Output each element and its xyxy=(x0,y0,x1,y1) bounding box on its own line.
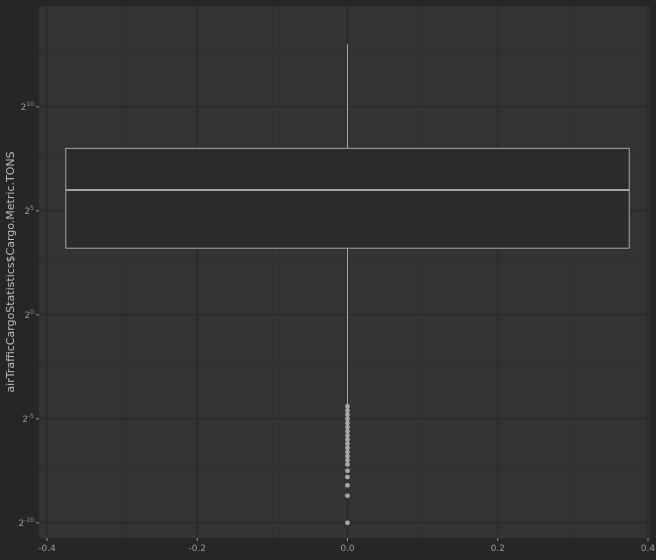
outlier-point xyxy=(345,420,350,426)
outlier-point xyxy=(345,424,350,430)
outlier-point xyxy=(345,408,350,413)
y-axis-title: airTrafficCargoStatistics$Cargo.Metric.T… xyxy=(4,151,17,392)
outlier-point xyxy=(345,428,350,434)
outlier-point xyxy=(345,416,350,422)
boxplot-chart: -0.4 -0.2 0.0 0.2 0.4 21025202-52-10 airTraf… xyxy=(0,0,656,560)
x-tick-label: 0.4 xyxy=(641,544,656,554)
plot-panel xyxy=(39,6,650,538)
outlier-point xyxy=(345,474,350,480)
outlier-point xyxy=(345,441,350,447)
x-tick-label: 0.2 xyxy=(491,544,505,554)
outlier-point xyxy=(345,462,350,467)
x-tick-label: 0.0 xyxy=(340,544,355,554)
outlier-point xyxy=(345,437,350,442)
outlier-point xyxy=(345,493,350,499)
outlier-point xyxy=(345,453,350,459)
x-tick-label: -0.2 xyxy=(188,544,206,554)
outlier-point xyxy=(345,432,350,438)
outlier-point xyxy=(345,403,350,409)
outlier-point xyxy=(345,457,350,463)
box-iqr xyxy=(65,147,630,249)
outlier-point xyxy=(345,412,350,417)
outlier-point xyxy=(345,449,350,455)
chart-root: -0.4 -0.2 0.0 0.2 0.4 210 25 20 2-5 2-10 airTraf… xyxy=(0,0,656,560)
outlier-point xyxy=(345,445,350,451)
outlier-point xyxy=(345,520,350,526)
outlier-point xyxy=(345,468,350,474)
outlier-point xyxy=(345,482,350,488)
x-tick-label: -0.4 xyxy=(38,544,56,554)
